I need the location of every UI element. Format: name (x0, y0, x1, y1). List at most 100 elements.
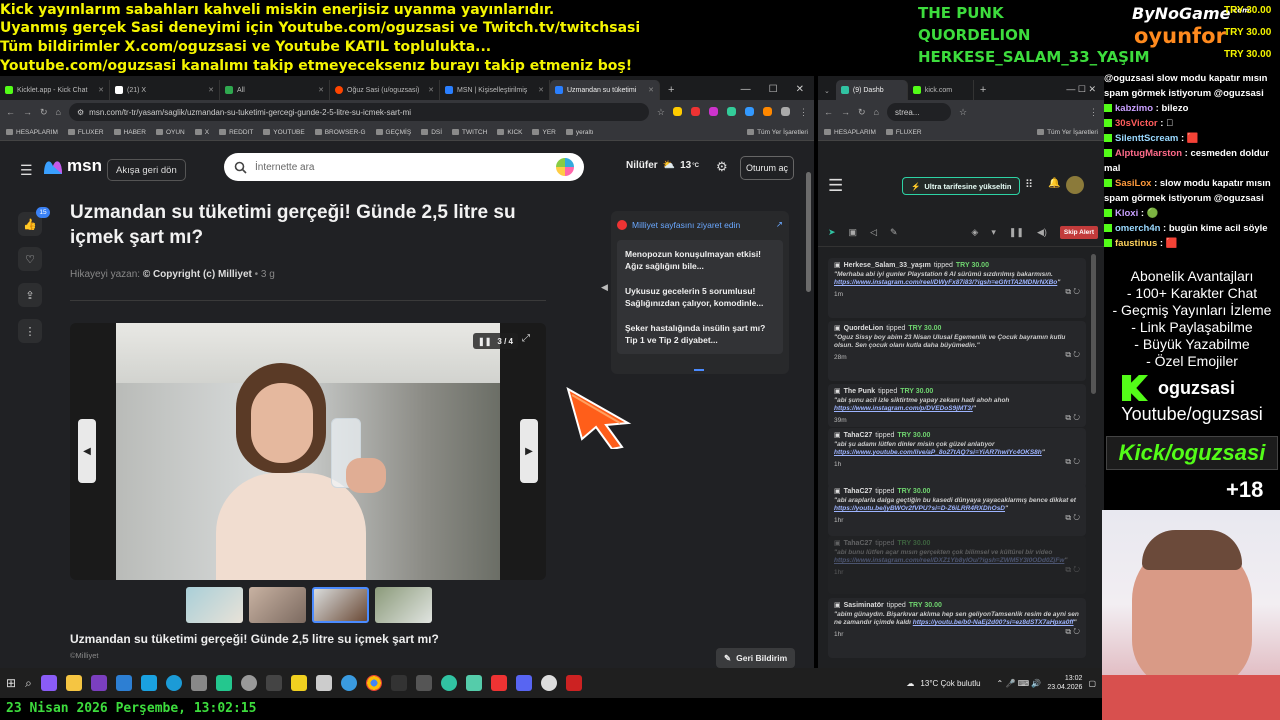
bookmark-item[interactable]: DSİ (421, 129, 442, 136)
bookmark-item[interactable]: YOUTUBE (263, 129, 304, 136)
home-icon[interactable]: ⌂ (874, 107, 879, 117)
window-close-icon[interactable]: ✕ (796, 84, 804, 95)
apps-grid-icon[interactable]: ⠿ (1025, 178, 1033, 191)
pause-icon[interactable]: ❚❚ (1009, 227, 1024, 238)
bookmark-star-icon[interactable]: ☆ (959, 107, 967, 118)
send-icon[interactable]: ➤ (828, 227, 836, 238)
replay-icon[interactable]: ⧉ ↻ (1065, 457, 1080, 468)
camera-icon[interactable] (190, 675, 207, 691)
bookmark-item[interactable]: BROWSER-G (315, 129, 366, 136)
copilot-icon[interactable] (556, 158, 574, 176)
skip-alert-button[interactable]: Skip Alert (1059, 226, 1098, 239)
bookmark-item[interactable]: TWITCH (452, 129, 487, 136)
donation-alert[interactable]: ▣ TahaC27 tipped TRY 30.00 "abi bunu lütfe… (828, 536, 1086, 594)
donation-alert[interactable]: ▣ The Punk tipped TRY 30.00 "abi şunu acil… (828, 384, 1086, 427)
close-icon[interactable]: ✕ (208, 86, 214, 94)
replay-icon[interactable]: ⧉ ↻ (1065, 287, 1080, 298)
prev-slide-button[interactable]: ◀ (78, 419, 96, 483)
tray-icons[interactable]: ⌃ 🎤 ⌨ 🔊 (997, 679, 1042, 688)
menu-icon[interactable]: ☰ (828, 176, 843, 196)
bookmark-item[interactable]: X (195, 129, 209, 136)
back-icon[interactable]: ← (6, 107, 15, 117)
search-icon[interactable]: ⌕ (25, 676, 32, 691)
site-info-icon[interactable]: ⚙ (77, 108, 84, 117)
taskbar-app-icon[interactable] (340, 675, 357, 691)
thumbnail-active[interactable] (312, 587, 369, 623)
home-icon[interactable]: ⌂ (56, 107, 61, 117)
more-options-button[interactable]: ⋮ (18, 319, 42, 343)
next-slide-button[interactable]: ▶ (520, 419, 538, 483)
discord-icon[interactable] (515, 675, 532, 691)
taskbar-app-icon[interactable] (115, 675, 132, 691)
new-tab-icon[interactable]: + (660, 84, 682, 100)
extension-icon[interactable] (691, 106, 700, 116)
bookmark-star-icon[interactable]: ☆ (657, 107, 665, 118)
share-button[interactable]: ⇪ (18, 283, 42, 307)
tab-dashboard[interactable]: (9) Dashb (835, 80, 908, 100)
related-item[interactable]: Menopozun konuşulmayan etkisi! Ağız sağl… (625, 246, 775, 281)
chrome-icon[interactable] (365, 675, 382, 691)
clock[interactable]: 13:02 23.04.2026 (1047, 674, 1082, 692)
bookmark-item[interactable]: YER (532, 129, 555, 136)
window-controls[interactable]: — ☐ ✕ (1058, 84, 1104, 100)
scrollbar-thumb[interactable] (806, 172, 811, 292)
close-icon[interactable]: ✕ (428, 86, 434, 94)
all-bookmarks[interactable]: Tüm Yer İşaretleri (747, 129, 808, 136)
dislike-button[interactable]: ♡ (18, 247, 42, 271)
tab-active-article[interactable]: Uzmandan su tüketimi ✕ (550, 80, 660, 100)
taskbar-app-icon[interactable] (465, 675, 482, 691)
bookmark-item[interactable]: HABER (114, 129, 146, 136)
taskbar-app-icon[interactable] (565, 675, 582, 691)
back-to-feed-button[interactable]: Akışa geri dön (107, 159, 186, 181)
pen-icon[interactable]: ✎ (890, 227, 898, 238)
tab-msn[interactable]: MSN | Kişiselleştirilmiş ✕ (440, 80, 550, 100)
taskbar-app-icon[interactable] (315, 675, 332, 691)
extension-icon[interactable] (673, 106, 682, 116)
bookmark-item[interactable]: HESAPLARIM (6, 129, 58, 136)
thumbnail[interactable] (249, 587, 306, 623)
donation-alert[interactable]: ▣ Herkese_Salam_33_yaşım tipped TRY 30.00… (828, 258, 1086, 318)
taskbar-weather[interactable]: 13°C Çok bulutlu (920, 679, 980, 688)
close-icon[interactable]: ✕ (648, 86, 654, 94)
extension-icon[interactable] (763, 106, 772, 116)
forward-icon[interactable]: → (23, 107, 32, 117)
bookmark-item[interactable]: GEÇMİŞ (376, 129, 412, 136)
search-box[interactable]: İnternette ara (224, 153, 584, 181)
bookmark-item[interactable]: KICK (497, 129, 522, 136)
thumbnail[interactable] (186, 587, 243, 623)
close-icon[interactable]: ✕ (98, 86, 104, 94)
all-bookmarks[interactable]: Tüm Yer İşaretleri (1037, 129, 1098, 136)
tip-link[interactable]: https://youtu.be/jyBWOr2fVPU?si=D-Z6iLRR… (834, 505, 1005, 512)
forward-icon[interactable]: → (841, 107, 850, 117)
replay-icon[interactable]: ⧉ ↻ (1065, 565, 1080, 576)
filter-icon[interactable]: ▾ (991, 227, 996, 238)
url-field[interactable]: strea... (886, 103, 951, 121)
donation-alert[interactable]: ▣ TahaC27 tipped TRY 30.00 "abi şu adamı l… (828, 428, 1086, 488)
tip-link[interactable]: https://www.instagram.com/reel/DXZ1Yb8yI… (834, 557, 1064, 564)
start-icon[interactable]: ⊞ (6, 676, 16, 690)
menu-dots-icon[interactable]: ⋮ (1089, 107, 1098, 118)
reload-icon[interactable]: ↻ (40, 107, 48, 118)
gift-icon[interactable]: ▣ (849, 227, 858, 238)
related-item[interactable]: Uykusuz gecelerin 5 sorumlusu! Sağlığını… (625, 281, 775, 318)
volume-icon[interactable]: ◀) (1037, 227, 1047, 238)
bookmark-item[interactable]: OYUN (156, 129, 185, 136)
tab-all[interactable]: All ✕ (220, 80, 330, 100)
pause-icon[interactable]: ❚❚ (478, 337, 491, 346)
shield-icon[interactable]: ◈ (971, 227, 978, 238)
back-icon[interactable]: ← (824, 107, 833, 117)
notifications-icon[interactable]: 🔔 (1048, 178, 1060, 189)
donation-alert[interactable]: ▣ QuordeLion tipped TRY 30.00 "Oguz Sissy … (828, 321, 1086, 381)
tip-link[interactable]: https://youtu.be/b0-NaEj2d00?si=ez8dSTX7… (913, 619, 1074, 626)
taskbar-app-icon[interactable] (540, 675, 557, 691)
tab-x[interactable]: (21) X ✕ (110, 80, 220, 100)
thumbnail[interactable] (375, 587, 432, 623)
related-item[interactable]: Şeker hastalığında insülin şart mı? Tip … (625, 318, 775, 348)
collapse-panel-icon[interactable]: ◀ (601, 282, 608, 293)
taskbar-app-icon[interactable] (390, 675, 407, 691)
scrollbar-thumb[interactable] (1091, 254, 1096, 394)
image-carousel[interactable]: ◀ ▶ ❚❚ 3 / 4 ⤢ (70, 323, 546, 580)
taskbar-app-icon[interactable] (415, 675, 432, 691)
minimize-icon[interactable]: — (741, 84, 751, 95)
tab-kicklet[interactable]: Kicklet.app - Kick Chat ✕ (0, 80, 110, 100)
